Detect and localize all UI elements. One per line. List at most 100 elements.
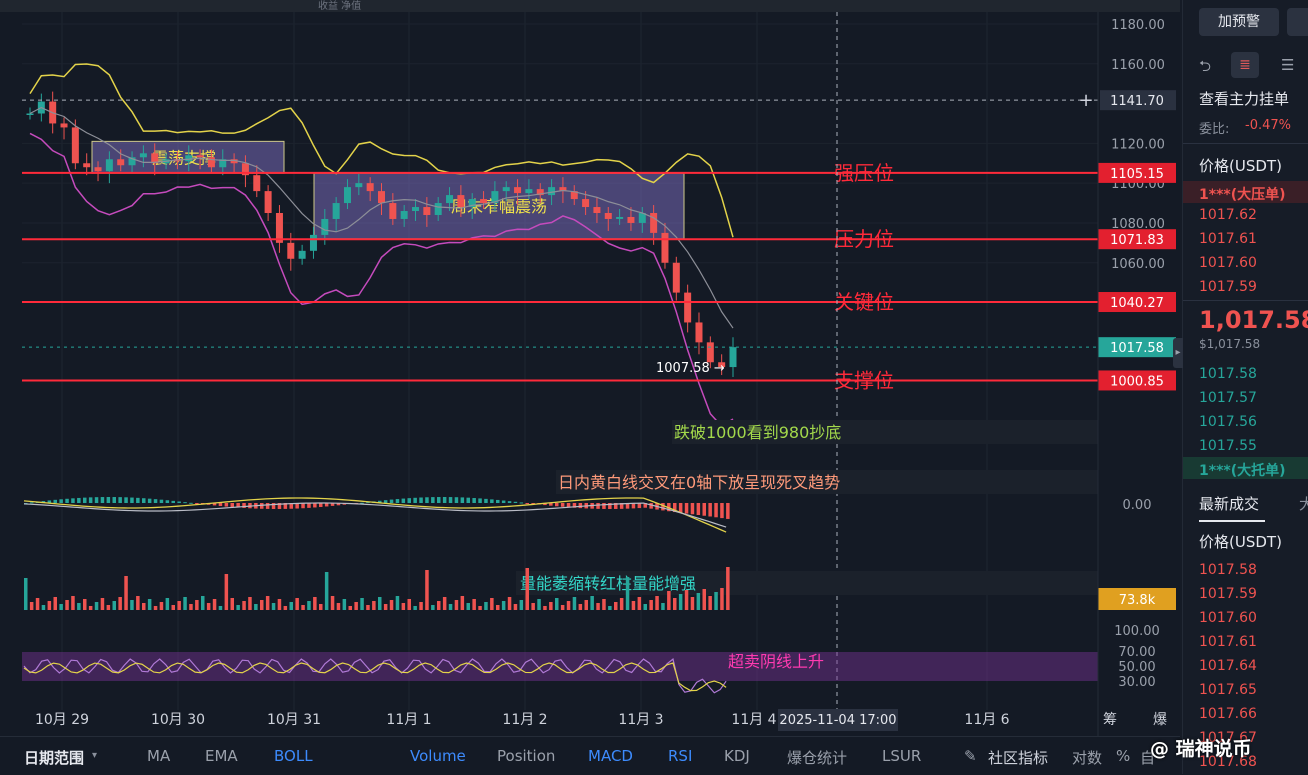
price-chart[interactable]: 收益 净值1180.001160.001120.001100.001080.00… <box>0 0 1180 736</box>
volume-bar <box>684 590 689 610</box>
macd-bar <box>460 497 465 503</box>
extra-button[interactable] <box>1287 8 1308 36</box>
volume-bar <box>295 598 299 610</box>
macd-bar <box>88 497 93 503</box>
range-box-label: 震荡支撑 <box>152 148 216 167</box>
ask-row[interactable]: 1017.62 <box>1199 207 1257 223</box>
ask-row[interactable]: 1017.59 <box>1199 279 1257 295</box>
candle-body <box>582 199 590 208</box>
annotation-rsi: 超卖阴线上升 <box>728 652 824 671</box>
ask-row[interactable]: 1017.61 <box>1199 231 1257 247</box>
volume-bar <box>206 603 211 610</box>
volume-bar <box>696 593 701 610</box>
volume-bar <box>608 606 612 610</box>
macd-bar <box>602 503 606 509</box>
tab-kdj[interactable]: KDJ <box>724 747 750 765</box>
tab-liquidation[interactable]: 爆仓统计 <box>787 747 847 768</box>
last-price: 1,017.58 <box>1199 306 1308 334</box>
bid-row[interactable]: 1017.58 <box>1199 366 1257 382</box>
macd-bar <box>395 499 400 503</box>
volume-bar <box>88 606 93 610</box>
trade-row[interactable]: 1017.58 <box>1199 562 1257 578</box>
level-label: 压力位 <box>834 227 894 251</box>
volume-bar <box>584 600 588 610</box>
tab-ema[interactable]: EMA <box>205 747 238 765</box>
volume-bar <box>212 599 217 610</box>
percent-toggle[interactable]: % <box>1116 747 1130 765</box>
candle-body <box>434 203 442 215</box>
volume-bar <box>319 604 323 610</box>
candle-body <box>695 322 703 343</box>
volume-bar <box>678 594 683 610</box>
annotation-macd: 日内黄白线交叉在0轴下放呈现死叉趋势 <box>558 473 840 492</box>
volume-bar <box>242 601 246 610</box>
tab-lsur[interactable]: LSUR <box>882 747 921 765</box>
rsi-tick-label: 100.00 <box>1114 624 1160 639</box>
volume-bar <box>496 605 500 610</box>
volume-bar <box>94 602 99 610</box>
macd-bar <box>177 501 181 503</box>
volume-bar <box>35 598 40 610</box>
big-ask-label[interactable]: 1***(大压单) <box>1199 184 1286 204</box>
tab-rsi[interactable]: RSI <box>668 747 692 765</box>
volume-bar <box>130 600 134 610</box>
bid-row[interactable]: 1017.56 <box>1199 414 1257 430</box>
tab-ma[interactable]: MA <box>147 747 170 765</box>
x-tick-label: 11月 1 <box>386 712 431 728</box>
macd-bar <box>714 503 718 518</box>
level-price-tag: 1040.27 <box>1110 296 1164 311</box>
candle-body <box>525 189 533 194</box>
bid-row[interactable]: 1017.55 <box>1199 438 1257 454</box>
volume-bar <box>283 606 288 610</box>
tab-position[interactable]: Position <box>497 747 555 765</box>
x-tick-label: 11月 4 <box>731 712 776 728</box>
volume-bar <box>549 602 553 610</box>
log-toggle[interactable]: 对数 <box>1072 747 1102 768</box>
macd-bar <box>159 499 164 503</box>
volume-bar <box>472 599 476 610</box>
candle-body <box>26 113 34 115</box>
big-bid-label[interactable]: 1***(大托单) <box>1199 460 1286 480</box>
trade-row[interactable]: 1017.66 <box>1199 706 1257 722</box>
volume-bar <box>330 596 335 610</box>
volume-bar <box>83 599 87 610</box>
collapse-panel-handle[interactable]: ▸ <box>1173 338 1183 368</box>
candle-body <box>604 213 612 219</box>
trade-row[interactable]: 1017.60 <box>1199 610 1257 626</box>
candle-body <box>343 187 351 204</box>
add-alert-button[interactable]: 加预警 <box>1199 8 1279 36</box>
candle-body <box>457 195 465 208</box>
volume-bar <box>425 570 429 610</box>
candle-body <box>309 234 317 251</box>
orderbook-both-icon[interactable]: ≣ <box>1231 52 1259 78</box>
price-header: 价格(USDT) <box>1199 157 1282 175</box>
candle-body <box>253 175 261 192</box>
chevron-down-icon[interactable]: ▾ <box>92 750 97 761</box>
candle-body <box>60 123 68 128</box>
trade-row[interactable]: 1017.64 <box>1199 658 1257 674</box>
x-tick-label: 10月 29 <box>35 712 89 728</box>
tab-macd[interactable]: MACD <box>588 747 633 765</box>
trade-row[interactable]: 1017.61 <box>1199 634 1257 650</box>
chart-area[interactable]: 收益 净值 1180.00 1160.00 1120.00 1100.00 1080.00… <box>0 0 1180 774</box>
candle-body <box>332 203 340 219</box>
trade-row[interactable]: 1017.65 <box>1199 682 1257 698</box>
tab-latest-trades[interactable]: 最新成交 <box>1199 493 1259 514</box>
ask-row[interactable]: 1017.60 <box>1199 255 1257 271</box>
edit-icon[interactable]: ✎ <box>964 747 977 765</box>
volume-bar <box>307 601 311 610</box>
trade-row[interactable]: 1017.59 <box>1199 586 1257 602</box>
macd-bar <box>560 503 565 507</box>
tab-volume[interactable]: Volume <box>410 747 466 765</box>
date-range-button[interactable]: 日期范围 <box>24 747 84 768</box>
community-indicators[interactable]: 社区指标 <box>988 747 1048 768</box>
orderbook-bids-icon[interactable]: ☰ <box>1281 56 1294 74</box>
tab-boll[interactable]: BOLL <box>274 747 313 765</box>
orderbook-mode-icon[interactable]: ⮌ <box>1199 56 1211 81</box>
candle-body <box>355 183 363 188</box>
bid-row[interactable]: 1017.57 <box>1199 390 1257 406</box>
tab-large-trades[interactable]: 大 <box>1299 493 1308 514</box>
orderbook-title[interactable]: 查看主力挂单 <box>1199 88 1289 109</box>
volume-bar <box>77 603 81 610</box>
macd-bar <box>702 503 706 516</box>
